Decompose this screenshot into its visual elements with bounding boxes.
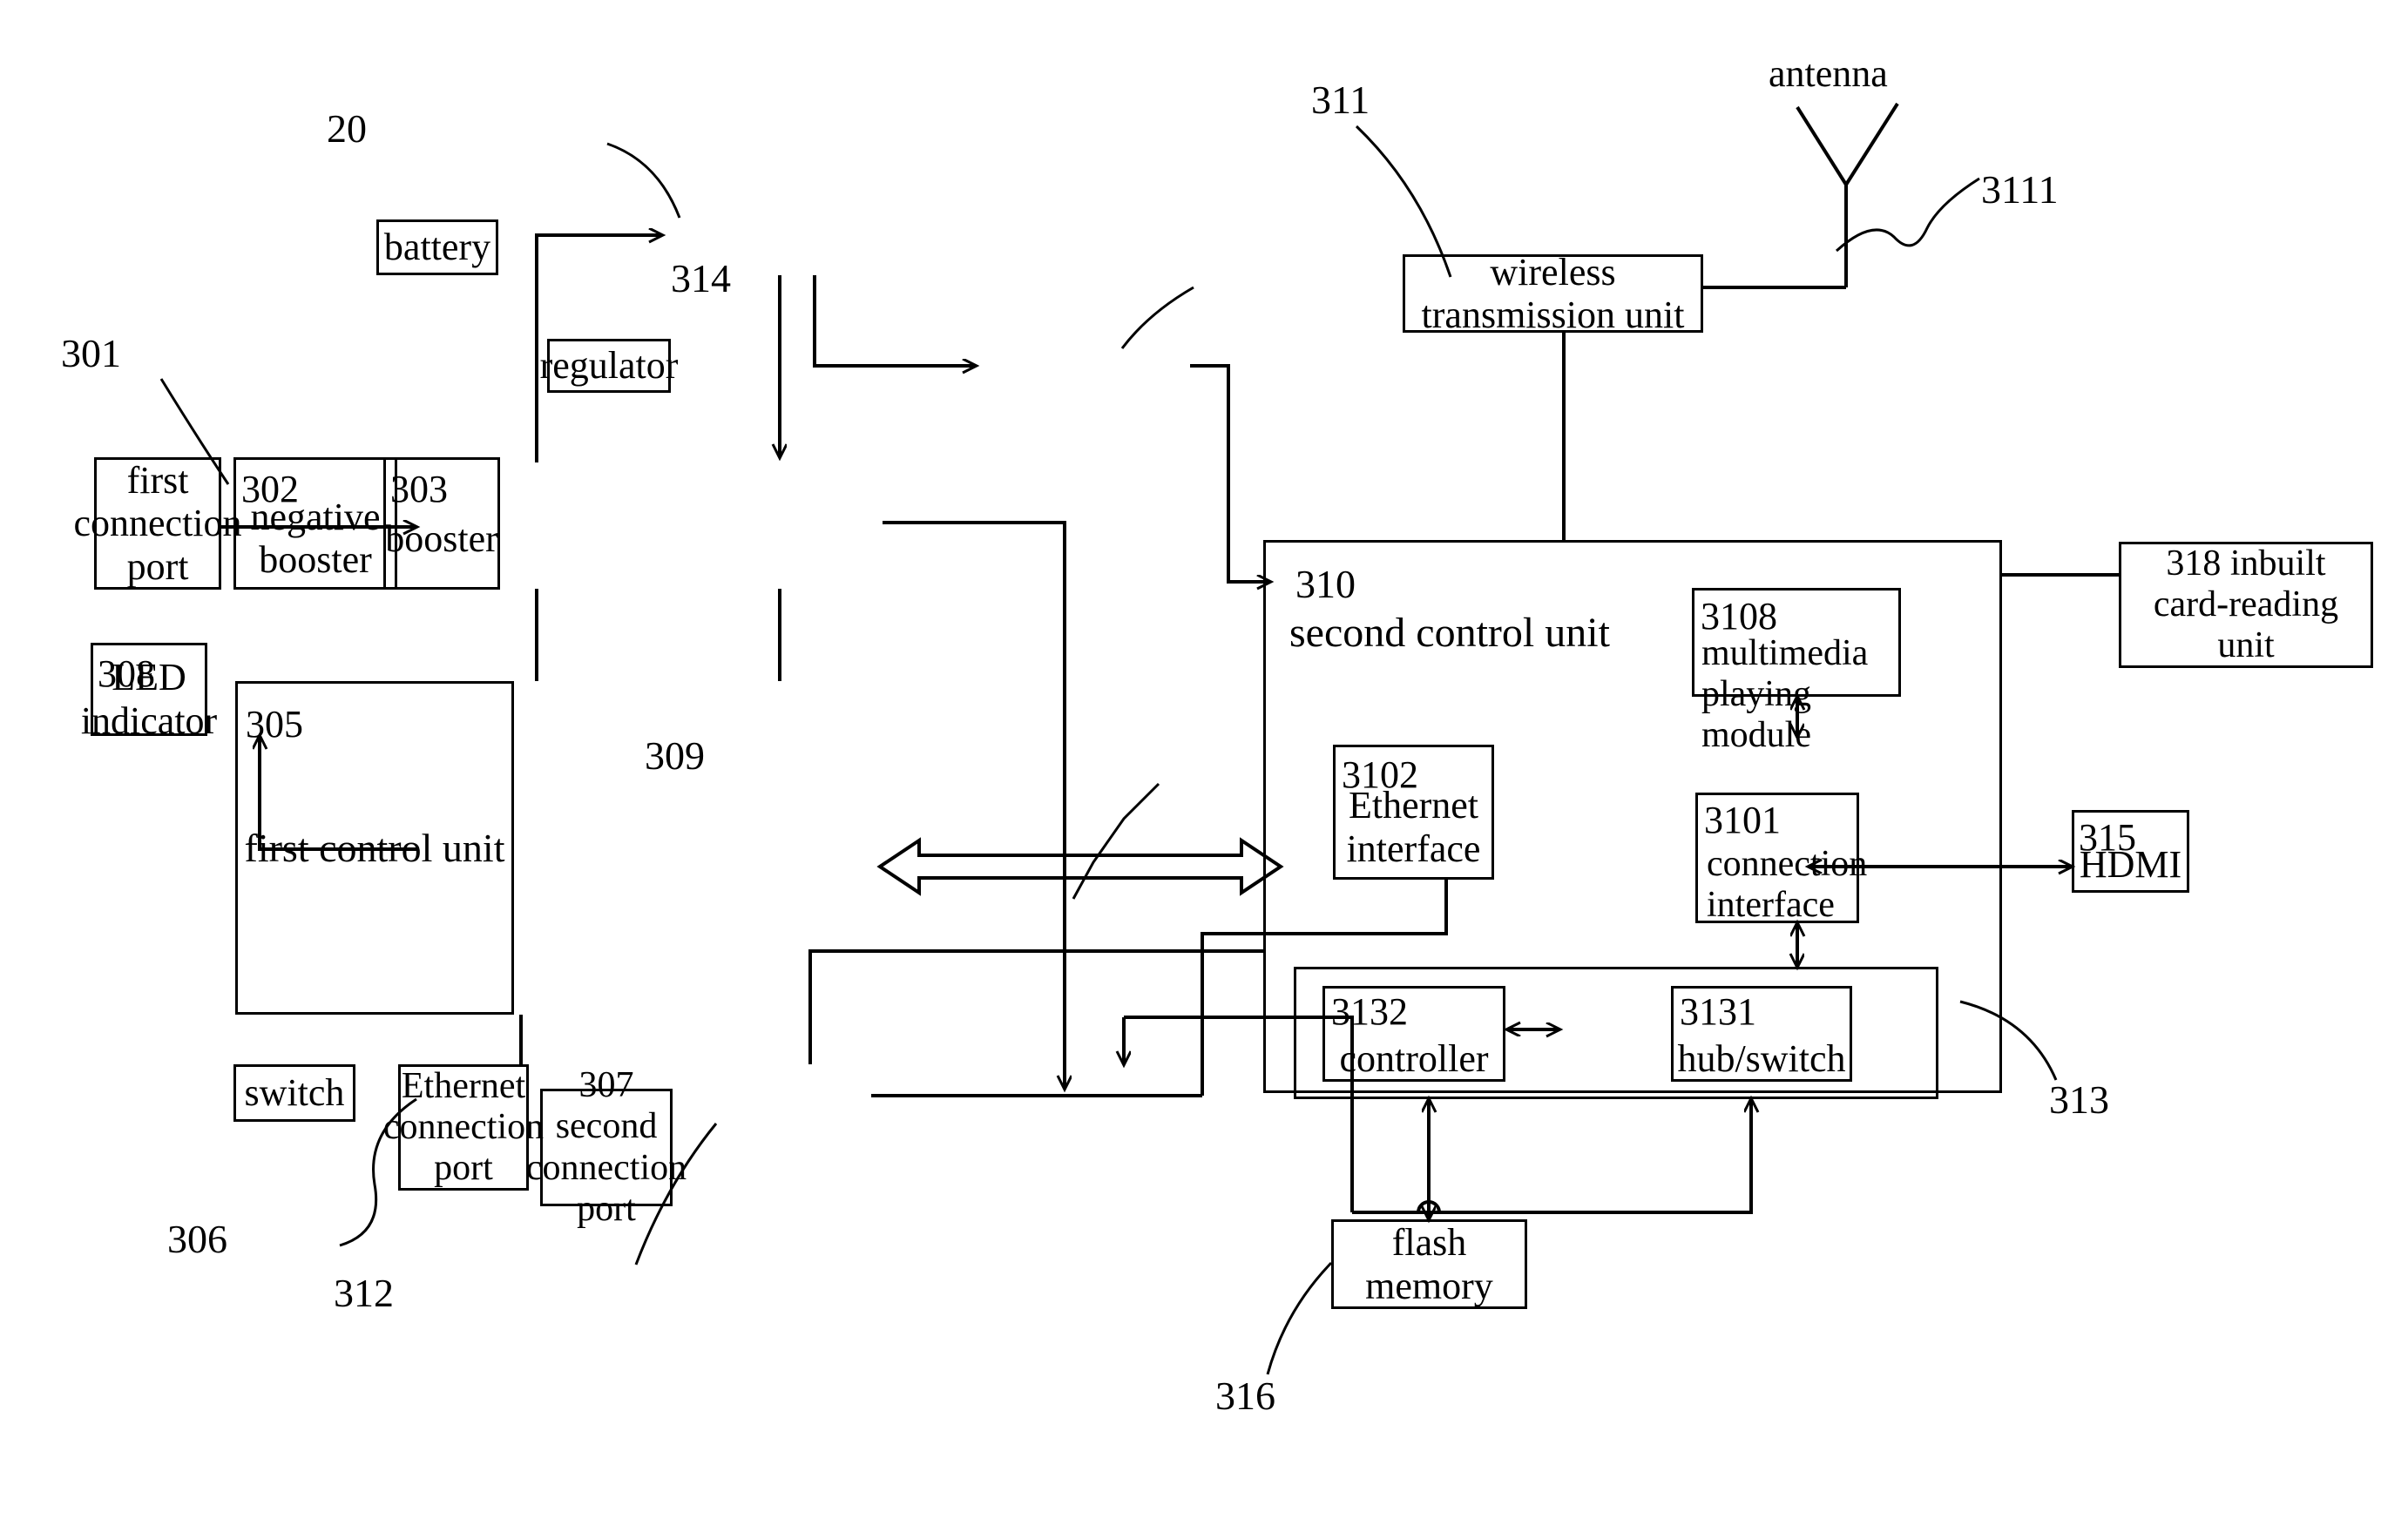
box-ethernet-connection-port[interactable]: Ethernet connection port [382,1064,545,1191]
switch-label: switch [244,1071,345,1115]
flash-memory-label: flash memory [1365,1221,1493,1307]
box-flash-memory[interactable]: flash memory [1331,1219,1527,1309]
controller-label: controller [1339,1037,1489,1080]
ref-305: 305 [246,703,303,746]
inbuilt-card-reading-unit-label: 318 inbuilt card-reading unit [2153,543,2339,666]
leader-316 [1266,1261,1333,1375]
ref-3111: 3111 [1981,167,2059,212]
patent-diagram-canvas: first connection port 301 negative boost… [0,0,2408,1532]
box-battery[interactable]: battery [376,219,498,275]
ref-302: 302 [241,468,299,510]
ref-3102: 3102 [1342,753,1418,796]
ref-20: 20 [327,106,367,151]
wire-312-to-310 [808,949,1263,1064]
leader-309 [1072,782,1160,900]
ref-309: 309 [645,733,705,778]
ref-316: 316 [1215,1373,1275,1418]
ethernet-connection-port-label: Ethernet connection port [382,1065,545,1189]
second-connection-port-label: 307 second connection port [525,1065,687,1229]
ref-308: 308 [98,652,155,695]
ref-314: 314 [671,256,731,300]
leader-314 [1120,286,1194,349]
ref-313: 313 [2049,1077,2109,1122]
ref-3108: 3108 [1701,595,1777,638]
ref-310: 310 [1295,562,1356,606]
box-first-connection-port[interactable]: first connection port [73,457,242,590]
battery-label: battery [383,226,491,269]
ref-311: 311 [1311,78,1370,122]
antenna-arm-left [1796,105,1848,186]
antenna-label: antenna [1769,52,1888,95]
regulator-label: regulator [539,344,679,388]
ref-312: 312 [334,1271,394,1315]
ref-3132: 3132 [1331,990,1408,1033]
ref-315: 315 [2079,816,2136,859]
box-second-connection-port[interactable]: 307 second connection port [525,1065,687,1229]
wireless-transmission-unit-label: wireless transmission unit [1421,250,1685,336]
connection-interface-label: connection interface [1707,844,1868,926]
ref-306: 306 [167,1217,227,1261]
ref-303: 303 [390,468,448,510]
first-connection-port-label: first connection port [73,459,242,588]
ref-3131: 3131 [1680,990,1756,1033]
antenna-arm-right [1844,102,1899,186]
box-regulator[interactable]: regulator [539,339,679,393]
wire-regulator-to-310-leg [1190,364,1263,584]
leader-3111 [1835,177,1980,253]
box-inbuilt-card-reading-unit[interactable]: 318 inbuilt card-reading unit [2119,542,2373,668]
leader-20 [606,142,681,219]
hub-switch-label: hub/switch [1677,1037,1846,1080]
wire-battery-to-regulator-leg [813,275,962,368]
box-wireless-transmission-unit[interactable]: wireless transmission unit [1403,250,1703,336]
box-switch[interactable]: switch [233,1064,355,1122]
wire-303-to-307-leg [883,521,1066,1064]
ref-3101: 3101 [1704,799,1781,841]
multimedia-playing-module-label: multimedia playing module [1701,633,1869,756]
wire-hubswitch-down-leg [1352,1132,1753,1214]
ref-301: 301 [61,331,121,375]
second-control-unit-label: second control unit [1289,610,1610,656]
